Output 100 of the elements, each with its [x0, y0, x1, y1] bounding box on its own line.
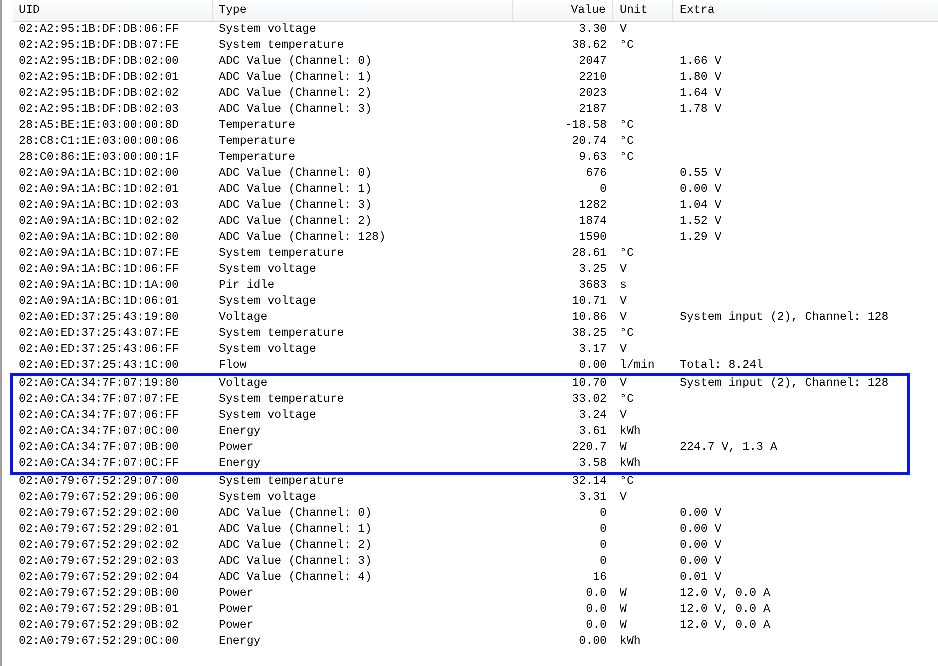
table-cell: °C [620, 39, 634, 52]
table-cell: 02:A0:79:67:52:29:0B:02 [19, 619, 180, 632]
table-cell: 0.00 V [680, 523, 722, 536]
table-cell: 3.17 [579, 343, 607, 356]
table-cell: V [620, 295, 627, 308]
table-cell: 02:A2:95:1B:DF:DB:02:00 [19, 55, 180, 68]
table-cell: 28:C8:C1:1E:03:00:00:06 [19, 135, 180, 148]
table-cell: -18.58 [565, 119, 607, 132]
table-cell: ADC Value (Channel: 0) [219, 507, 372, 520]
table-cell: kWh [620, 457, 641, 470]
table-cell: System input (2), Channel: 128 [680, 311, 889, 324]
column-header[interactable]: Unit [613, 0, 673, 21]
table-cell: V [620, 23, 627, 36]
table-cell: V [620, 409, 627, 422]
table-cell: 3.24 [579, 409, 607, 422]
table-cell: 1.64 V [680, 87, 722, 100]
table-cell: °C [620, 393, 634, 406]
table-cell: 9.63 [579, 151, 607, 164]
table-cell: Voltage [219, 377, 268, 390]
table-cell: Energy [219, 425, 261, 438]
table-cell: 2047 [579, 55, 607, 68]
column-header[interactable]: Value [513, 0, 613, 21]
table-cell: 02:A0:9A:1A:BC:1D:02:03 [19, 199, 180, 212]
table-cell: °C [620, 327, 634, 340]
table-cell: 32.14 [572, 475, 607, 488]
table-cell: 02:A0:ED:37:25:43:06:FF [19, 343, 180, 356]
table-cell: System temperature [219, 247, 344, 260]
table-cell: V [620, 491, 627, 504]
table-cell: 3.30 [579, 23, 607, 36]
table-cell: 1282 [579, 199, 607, 212]
table-cell: 0 [600, 555, 607, 568]
table-cell: Flow [219, 359, 247, 372]
table-cell: 20.74 [572, 135, 607, 148]
column-header[interactable]: Extra [673, 0, 938, 21]
table-cell: 02:A0:9A:1A:BC:1D:06:01 [19, 295, 180, 308]
table-cell: System voltage [219, 295, 316, 308]
table-cell: W [620, 619, 627, 632]
table-cell: 02:A0:CA:34:7F:07:0C:00 [19, 425, 180, 438]
table-cell: Temperature [219, 119, 296, 132]
table-cell: 02:A0:CA:34:7F:07:06:FF [19, 409, 180, 422]
table-cell: 10.86 [572, 311, 607, 324]
table-cell: 0.00 V [680, 507, 722, 520]
table-cell: ADC Value (Channel: 4) [219, 571, 372, 584]
table-cell: l/min [620, 359, 655, 372]
table-cell: 02:A2:95:1B:DF:DB:02:01 [19, 71, 180, 84]
column-header[interactable]: Type [213, 0, 513, 21]
table-cell: 02:A0:ED:37:25:43:19:80 [19, 311, 180, 324]
table-cell: System temperature [219, 475, 344, 488]
table-cell: 0.0 [586, 587, 607, 600]
table-cell: W [620, 587, 627, 600]
table-cell: ADC Value (Channel: 2) [219, 539, 372, 552]
table-cell: ADC Value (Channel: 3) [219, 555, 372, 568]
table-cell: Voltage [219, 311, 268, 324]
table-cell: 02:A2:95:1B:DF:DB:02:03 [19, 103, 180, 116]
table-cell: 12.0 V, 0.0 A [680, 619, 770, 632]
table-cell: 02:A0:9A:1A:BC:1D:02:02 [19, 215, 180, 228]
table-cell: 02:A0:9A:1A:BC:1D:07:FE [19, 247, 180, 260]
table-cell: 1.80 V [680, 71, 722, 84]
table-cell: 0 [600, 507, 607, 520]
table-cell: 10.70 [572, 377, 607, 390]
table-cell: 1.52 V [680, 215, 722, 228]
table-cell: 28:C0:86:1E:03:00:00:1F [19, 151, 180, 164]
table-cell: 0.00 V [680, 183, 722, 196]
table-cell: ADC Value (Channel: 3) [219, 199, 372, 212]
table-cell: 10.71 [572, 295, 607, 308]
table-cell: ADC Value (Channel: 1) [219, 183, 372, 196]
table-cell: °C [620, 151, 634, 164]
table-cell: System temperature [219, 327, 344, 340]
table-cell: System temperature [219, 393, 344, 406]
table-cell: 0 [600, 523, 607, 536]
table-cell: 3.31 [579, 491, 607, 504]
table-cell: kWh [620, 635, 641, 648]
table-cell: 02:A0:ED:37:25:43:1C:00 [19, 359, 180, 372]
table-cell: 16 [593, 571, 607, 584]
table-cell: V [620, 377, 627, 390]
table-cell: 02:A0:79:67:52:29:02:02 [19, 539, 180, 552]
table-cell: 220.7 [572, 441, 607, 454]
table-cell: 02:A0:79:67:52:29:0B:00 [19, 587, 180, 600]
table-cell: 12.0 V, 0.0 A [680, 587, 770, 600]
table-cell: Temperature [219, 151, 296, 164]
table-cell: Pir idle [219, 279, 275, 292]
table-cell: 28:A5:BE:1E:03:00:00:8D [19, 119, 180, 132]
table-cell: 0 [600, 183, 607, 196]
table-cell: 02:A0:79:67:52:29:02:00 [19, 507, 180, 520]
table-cell: Power [219, 619, 254, 632]
table-cell: 02:A2:95:1B:DF:DB:07:FE [19, 39, 180, 52]
table-cell: 38.25 [572, 327, 607, 340]
table-cell: 0.00 V [680, 555, 722, 568]
table-cell: ADC Value (Channel: 1) [219, 523, 372, 536]
table-cell: V [620, 263, 627, 276]
table-cell: 02:A0:CA:34:7F:07:0B:00 [19, 441, 180, 454]
table-cell: 02:A2:95:1B:DF:DB:06:FF [19, 23, 180, 36]
table-cell: 1874 [579, 215, 607, 228]
column-header[interactable]: UID [13, 0, 213, 21]
table-cell: 28.61 [572, 247, 607, 260]
table-cell: 0.00 [579, 359, 607, 372]
table-cell: 02:A0:9A:1A:BC:1D:06:FF [19, 263, 180, 276]
table-cell: 0.01 V [680, 571, 722, 584]
table-cell: 02:A2:95:1B:DF:DB:02:02 [19, 87, 180, 100]
table-cell: 0.0 [586, 619, 607, 632]
